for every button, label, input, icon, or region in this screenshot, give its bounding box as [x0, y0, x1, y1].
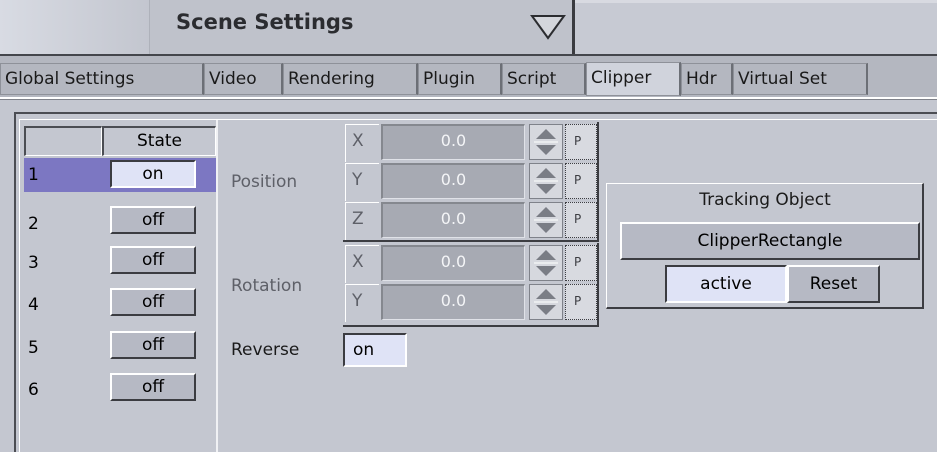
spin-updown-icon[interactable]: [529, 202, 563, 238]
title-bar-right: [575, 0, 937, 54]
state-toggle-button[interactable]: off: [110, 206, 196, 234]
position-y-axis-label: Y: [345, 163, 379, 201]
position-x-axis-label: X: [345, 124, 379, 162]
table-row[interactable]: 3 off: [24, 246, 216, 285]
drag-grip-icon[interactable]: P: [565, 163, 597, 199]
drag-grip-icon[interactable]: P: [565, 284, 597, 320]
drag-grip-icon[interactable]: P: [565, 245, 597, 281]
rotation-label: Rotation: [231, 276, 303, 296]
table-row[interactable]: 2 off: [24, 206, 216, 246]
rotation-x-field[interactable]: 0.0: [381, 245, 525, 281]
tab-clipper[interactable]: Clipper: [586, 62, 681, 96]
header-state: State: [102, 126, 216, 156]
table-row[interactable]: 6 off: [24, 373, 216, 412]
window-title: Scene Settings: [176, 10, 354, 34]
tracking-active-button[interactable]: active: [665, 265, 787, 303]
panel-frame-highlight-top: [19, 119, 937, 120]
tab-video[interactable]: Video: [204, 63, 283, 95]
tab-hdr[interactable]: Hdr: [681, 63, 733, 95]
position-z-field[interactable]: 0.0: [381, 202, 525, 238]
title-bar-left: [0, 0, 150, 54]
tab-global-settings[interactable]: Global Settings: [0, 63, 204, 95]
header-index: [24, 126, 102, 156]
rotation-y-axis-label: Y: [345, 284, 379, 322]
panel-frame-top: [14, 112, 937, 114]
tracking-object-title: Tracking Object: [699, 190, 831, 210]
drag-grip-icon[interactable]: P: [565, 202, 597, 238]
spin-updown-icon[interactable]: [529, 163, 563, 199]
table-row[interactable]: 1 on: [24, 158, 216, 192]
state-toggle-button[interactable]: off: [110, 373, 196, 401]
position-x-field[interactable]: 0.0: [381, 124, 525, 160]
rotation-y-field[interactable]: 0.0: [381, 284, 525, 320]
spin-updown-icon[interactable]: [529, 284, 563, 320]
table-row[interactable]: 5 off: [24, 331, 216, 370]
tab-virtual-set[interactable]: Virtual Set: [733, 63, 868, 95]
row-index: 2: [28, 214, 39, 234]
table-separator: [216, 120, 218, 452]
row-index: 4: [28, 295, 39, 315]
state-toggle-button[interactable]: off: [110, 288, 196, 316]
spin-updown-icon[interactable]: [529, 245, 563, 281]
state-toggle-button[interactable]: off: [110, 331, 196, 359]
position-z-axis-label: Z: [345, 202, 379, 240]
reverse-toggle-button[interactable]: on: [343, 333, 407, 367]
row-index: 5: [28, 338, 39, 358]
panel-frame-highlight-left: [19, 120, 20, 452]
row-index: 1: [28, 165, 39, 185]
tab-rendering[interactable]: Rendering: [283, 63, 418, 95]
drag-grip-icon[interactable]: P: [565, 124, 597, 160]
rotation-x-axis-label: X: [345, 245, 379, 283]
reverse-label: Reverse: [231, 340, 300, 360]
row-index: 6: [28, 380, 39, 400]
svg-text:P: P: [574, 255, 581, 269]
triangle-down-icon[interactable]: [526, 11, 570, 45]
state-table-header: State: [24, 126, 216, 156]
row-index: 3: [28, 253, 39, 273]
position-y-field[interactable]: 0.0: [381, 163, 525, 199]
table-row[interactable]: 4 off: [24, 288, 216, 327]
panel-frame-left: [14, 112, 16, 452]
tracking-object-name-button[interactable]: ClipperRectangle: [620, 222, 920, 260]
spin-updown-icon[interactable]: [529, 124, 563, 160]
svg-text:P: P: [574, 173, 581, 187]
tab-plugin[interactable]: Plugin: [418, 63, 502, 95]
tab-script[interactable]: Script: [502, 63, 586, 95]
tracking-reset-button[interactable]: Reset: [787, 265, 880, 303]
svg-text:P: P: [574, 294, 581, 308]
state-toggle-button[interactable]: off: [110, 246, 196, 274]
svg-text:P: P: [574, 134, 581, 148]
position-label: Position: [231, 172, 298, 192]
state-toggle-button[interactable]: on: [110, 160, 196, 188]
svg-text:P: P: [574, 212, 581, 226]
